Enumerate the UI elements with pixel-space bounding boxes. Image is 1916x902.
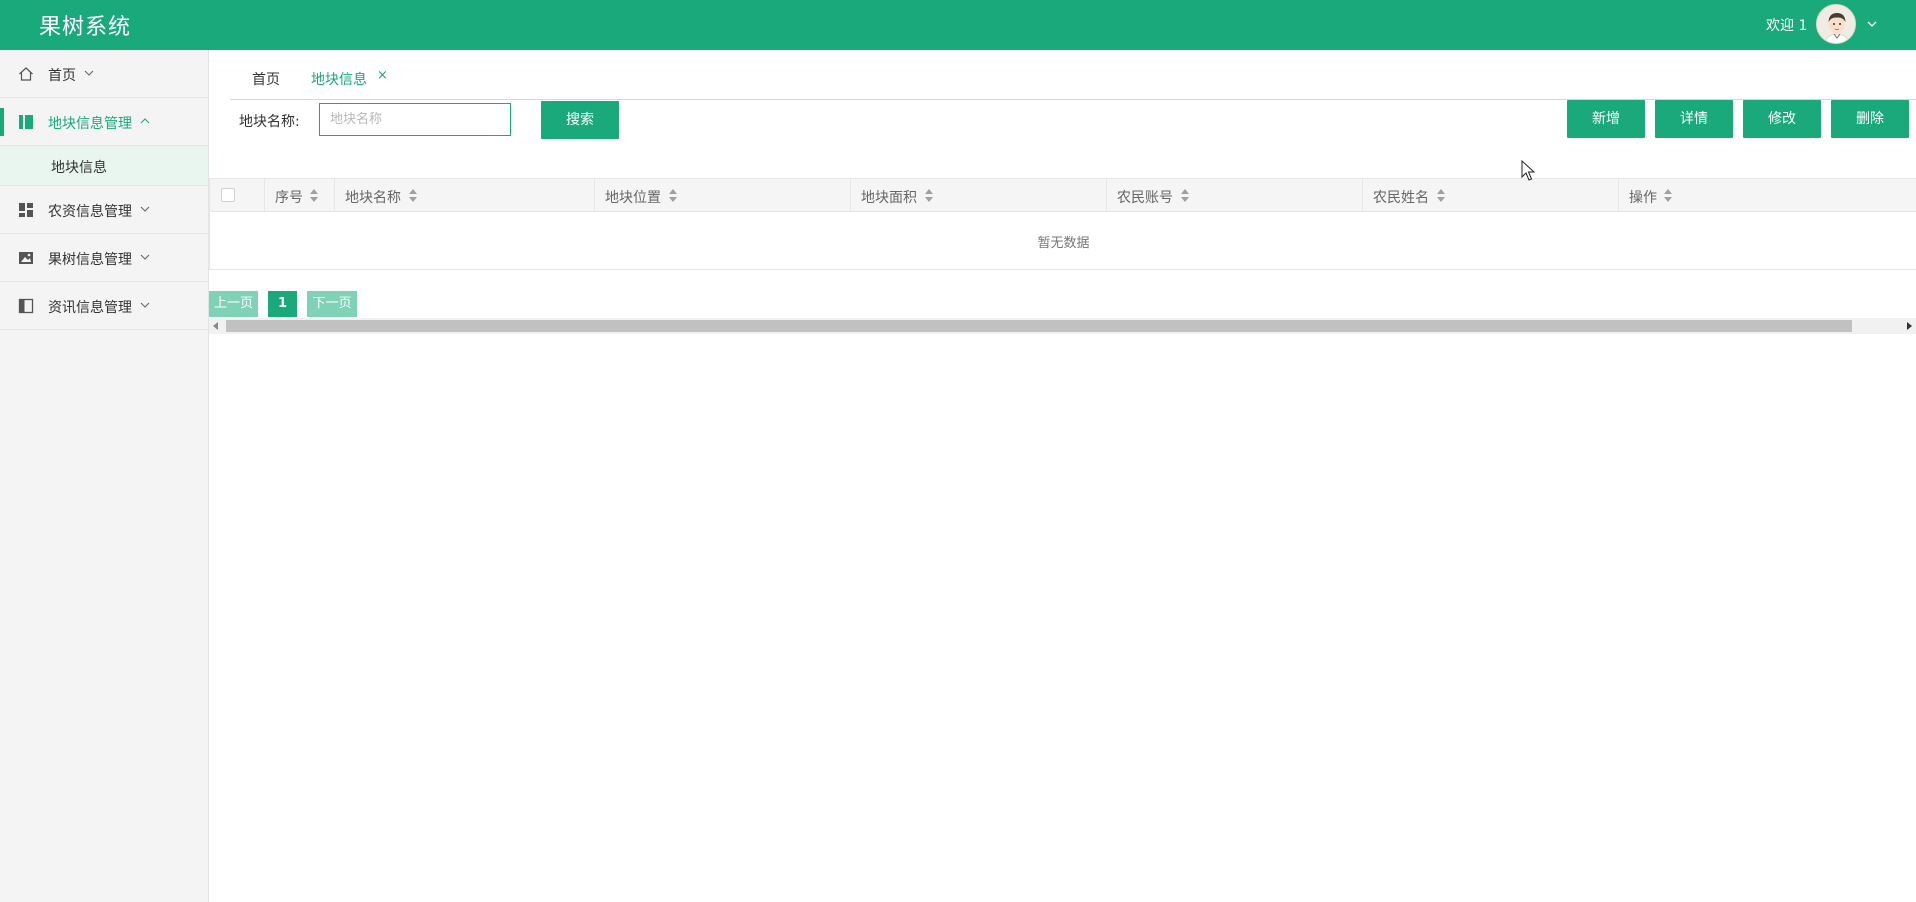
- search-input[interactable]: [319, 103, 511, 136]
- app-title: 果树系统: [39, 15, 132, 40]
- sidebar-item-home[interactable]: 首页: [0, 50, 208, 98]
- sort-icon[interactable]: [925, 189, 933, 202]
- chevron-down-icon: [140, 206, 150, 212]
- page-number-button[interactable]: 1: [268, 291, 297, 317]
- columns-icon: [19, 115, 33, 129]
- sort-icon[interactable]: [409, 189, 417, 202]
- sidebar-item-label: 农资信息管理: [48, 204, 132, 220]
- search-label: 地块名称:: [239, 114, 300, 130]
- sort-icon[interactable]: [1664, 189, 1672, 202]
- header-cell-plot-location[interactable]: 地块位置: [595, 179, 851, 211]
- mouse-cursor-icon: [1521, 160, 1535, 181]
- scrollbar-thumb[interactable]: [226, 320, 1852, 332]
- chevron-down-icon: [140, 254, 150, 260]
- user-avatar-icon: [1817, 5, 1855, 43]
- sidebar-item-label: 首页: [48, 68, 76, 84]
- header-cell-farmer-account[interactable]: 农民账号: [1107, 179, 1363, 211]
- scroll-right-arrow-icon[interactable]: [1907, 322, 1912, 330]
- panel-icon: [18, 298, 34, 314]
- sort-icon[interactable]: [669, 189, 677, 202]
- sidebar-item-news-management[interactable]: 资讯信息管理: [0, 282, 208, 330]
- scroll-left-arrow-icon[interactable]: [213, 322, 218, 330]
- table-header: 序号 地块名称 地块位置 地块面积 农民账号 农民姓名 操作: [209, 178, 1916, 212]
- sort-icon[interactable]: [1181, 189, 1189, 202]
- horizontal-scrollbar[interactable]: [209, 318, 1916, 334]
- dashboard-icon: [19, 203, 33, 217]
- sidebar-item-label: 资讯信息管理: [48, 300, 132, 316]
- image-icon: [19, 252, 33, 264]
- sidebar-item-plot-management[interactable]: 地块信息管理: [0, 98, 208, 146]
- detail-button[interactable]: 详情: [1655, 100, 1733, 138]
- top-bar: 果树系统 欢迎 1: [0, 0, 1916, 50]
- header-cell-plot-name[interactable]: 地块名称: [335, 179, 595, 211]
- home-icon: [19, 67, 33, 81]
- header-cell-farmer-name[interactable]: 农民姓名: [1363, 179, 1619, 211]
- active-indicator: [0, 108, 4, 136]
- add-button[interactable]: 新增: [1567, 100, 1645, 138]
- chevron-down-icon[interactable]: [1865, 17, 1879, 31]
- tab-bar: 首页 地块信息 ×: [230, 50, 1916, 100]
- header-cell-plot-area[interactable]: 地块面积: [851, 179, 1107, 211]
- header-cell-index[interactable]: 序号: [265, 179, 335, 211]
- chevron-down-icon: [140, 302, 150, 308]
- header-cell-actions[interactable]: 操作: [1619, 179, 1916, 211]
- sidebar-subitem-plot-info[interactable]: 地块信息: [0, 146, 208, 186]
- tab-close-icon[interactable]: ×: [377, 68, 388, 83]
- sidebar: 首页 地块信息管理 地块信息 农资信息管理 果树信息管理 资讯信息管理: [0, 50, 209, 902]
- tab-plot-info[interactable]: 地块信息: [311, 69, 367, 89]
- empty-state-text: 暂无数据: [1037, 236, 1090, 251]
- welcome-text: 欢迎 1: [1766, 18, 1808, 34]
- chevron-up-icon: [140, 118, 150, 124]
- delete-button[interactable]: 删除: [1831, 100, 1909, 138]
- next-page-button[interactable]: 下一页: [307, 291, 357, 317]
- sidebar-subitem-label: 地块信息: [51, 160, 107, 176]
- table-body: 暂无数据: [209, 212, 1916, 270]
- tab-home[interactable]: 首页: [252, 69, 280, 89]
- sidebar-item-tree-management[interactable]: 果树信息管理: [0, 234, 208, 282]
- sidebar-item-supplies-management[interactable]: 农资信息管理: [0, 186, 208, 234]
- chevron-down-icon: [84, 70, 94, 76]
- sidebar-item-label: 果树信息管理: [48, 252, 132, 268]
- sort-icon[interactable]: [1437, 189, 1445, 202]
- select-all-checkbox[interactable]: [221, 188, 235, 202]
- data-table: 序号 地块名称 地块位置 地块面积 农民账号 农民姓名 操作 暂无数据: [209, 178, 1916, 270]
- header-select-all: [210, 179, 265, 211]
- edit-button[interactable]: 修改: [1743, 100, 1821, 138]
- sidebar-item-label: 地块信息管理: [48, 116, 132, 132]
- sort-icon[interactable]: [310, 189, 318, 202]
- avatar[interactable]: [1816, 4, 1856, 44]
- search-button[interactable]: 搜索: [541, 101, 619, 139]
- prev-page-button[interactable]: 上一页: [209, 291, 258, 317]
